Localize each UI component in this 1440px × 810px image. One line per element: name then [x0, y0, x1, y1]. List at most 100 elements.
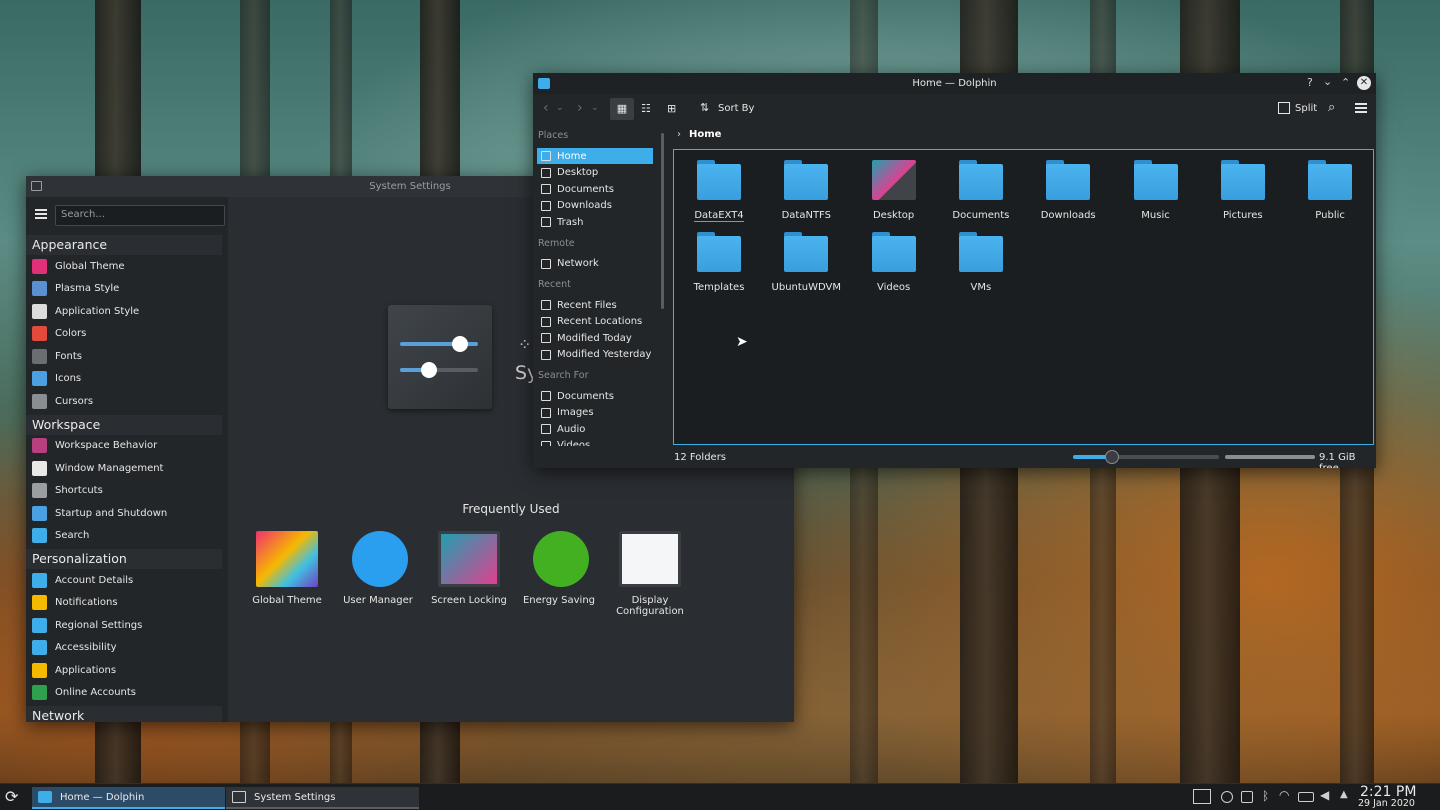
- notifications-icon: [32, 595, 47, 610]
- trash-icon: [541, 217, 551, 227]
- folder-videos[interactable]: Videos: [851, 232, 937, 293]
- sidebar-item-fonts[interactable]: Fonts: [26, 345, 222, 367]
- frequent-screen-locking[interactable]: Screen Locking: [424, 531, 514, 606]
- folder-music[interactable]: Music: [1113, 160, 1199, 221]
- sidebar-item-application-style[interactable]: Application Style: [26, 300, 222, 322]
- details-view-icon[interactable]: ⊞: [667, 102, 676, 115]
- window-title: Home — Dolphin: [912, 78, 997, 89]
- task-system-settings[interactable]: System Settings: [226, 787, 419, 809]
- sort-icon[interactable]: ⇅: [700, 101, 709, 114]
- minimize-icon[interactable]: ⌄: [1323, 75, 1332, 88]
- sidebar-item-shortcuts[interactable]: Shortcuts: [26, 480, 222, 502]
- hamburger-menu-icon[interactable]: [35, 209, 47, 219]
- places-item-images[interactable]: Images: [537, 405, 653, 421]
- places-item-modified-today[interactable]: Modified Today: [537, 330, 653, 346]
- sidebar-item-window-management[interactable]: Window Management: [26, 457, 222, 479]
- folder-desktop[interactable]: Desktop: [851, 160, 937, 221]
- recent-files-icon: [541, 300, 551, 310]
- task-label: System Settings: [254, 791, 336, 803]
- volume-icon[interactable]: ◀: [1320, 788, 1329, 802]
- sidebar-item-icons[interactable]: Icons: [26, 368, 222, 390]
- sidebar-item-regional-settings[interactable]: Regional Settings: [26, 614, 222, 636]
- places-item-recent-files[interactable]: Recent Files: [537, 297, 653, 313]
- folder-label: Videos: [876, 282, 911, 293]
- sidebar-item-label: Account Details: [55, 574, 134, 586]
- sidebar-item-label: Cursors: [55, 395, 94, 407]
- places-item-recent-locations[interactable]: Recent Locations: [537, 314, 653, 330]
- frequent-display-configuration[interactable]: Display Configuration: [605, 531, 695, 617]
- places-item-network[interactable]: Network: [537, 256, 653, 272]
- places-item-downloads[interactable]: Downloads: [537, 198, 653, 214]
- sidebar-item-startup-and-shutdown[interactable]: Startup and Shutdown: [26, 502, 222, 524]
- breadcrumb[interactable]: Home: [689, 129, 721, 140]
- modified-today-icon: [541, 333, 551, 343]
- show-desktop-icon[interactable]: [1193, 789, 1211, 804]
- notifications-icon[interactable]: [1221, 791, 1233, 803]
- help-icon[interactable]: ?: [1307, 76, 1313, 89]
- folder-vms[interactable]: VMs: [938, 232, 1024, 293]
- sidebar-item-cursors[interactable]: Cursors: [26, 390, 222, 412]
- dolphin-titlebar[interactable]: Home — Dolphin ? ⌄ ⌃ ✕: [533, 73, 1376, 94]
- folder-ubuntuwdvm[interactable]: UbuntuWDVM: [763, 232, 849, 293]
- sidebar-item-account-details[interactable]: Account Details: [26, 569, 222, 591]
- split-icon[interactable]: [1278, 102, 1290, 114]
- task-dolphin[interactable]: Home — Dolphin: [32, 787, 225, 809]
- sidebar-item-accessibility[interactable]: Accessibility: [26, 637, 222, 659]
- home-icon: [541, 151, 551, 161]
- file-view[interactable]: DataEXT4 DataNTFS Desktop Documents Download…: [673, 149, 1374, 445]
- maximize-icon[interactable]: ⌃: [1341, 76, 1350, 89]
- application-launcher-icon[interactable]: ⟳: [5, 787, 18, 806]
- folder-documents[interactable]: Documents: [938, 160, 1024, 221]
- back-dropdown-icon[interactable]: ⌄: [556, 103, 564, 113]
- frequent-global-theme[interactable]: Global Theme: [242, 531, 332, 606]
- dolphin-window: Home — Dolphin ? ⌄ ⌃ ✕ ‹ ⌄ › ⌄ ▦ ☷ ⊞ ⇅ S…: [533, 73, 1376, 468]
- places-item-desktop[interactable]: Desktop: [537, 165, 653, 181]
- sidebar-item-global-theme[interactable]: Global Theme: [26, 255, 222, 277]
- folder-templates[interactable]: Templates: [676, 232, 762, 293]
- zoom-slider[interactable]: [1073, 450, 1219, 464]
- sidebar-item-label: Fonts: [55, 350, 82, 362]
- compact-view-icon[interactable]: ☷: [641, 102, 651, 115]
- sidebar-item-notifications[interactable]: Notifications: [26, 592, 222, 614]
- folder-dataext4[interactable]: DataEXT4: [676, 160, 762, 222]
- places-item-modified-yesterday[interactable]: Modified Yesterday: [537, 347, 653, 363]
- sidebar-item-label: Online Accounts: [55, 687, 137, 698]
- sidebar-item-applications[interactable]: Applications: [26, 659, 222, 681]
- folder-pictures[interactable]: Pictures: [1200, 160, 1286, 221]
- folder-datantfs[interactable]: DataNTFS: [763, 160, 849, 221]
- back-icon[interactable]: ‹: [543, 100, 549, 116]
- clock-date[interactable]: 29 Jan 2020: [1358, 798, 1415, 809]
- zoom-slider-handle[interactable]: [1105, 450, 1120, 464]
- sidebar-item-colors[interactable]: Colors: [26, 323, 222, 345]
- places-item-audio[interactable]: Audio: [537, 421, 653, 437]
- sidebar-item-plasma-style[interactable]: Plasma Style: [26, 278, 222, 300]
- clipboard-icon[interactable]: [1241, 791, 1253, 803]
- sidebar-item-label: Regional Settings: [55, 619, 143, 631]
- search-input[interactable]: Search...: [55, 205, 225, 226]
- frequent-user-manager[interactable]: User Manager: [333, 531, 423, 606]
- forward-icon[interactable]: ›: [577, 100, 583, 116]
- places-item-documents[interactable]: Documents: [537, 181, 653, 197]
- close-icon[interactable]: ✕: [1357, 76, 1371, 90]
- places-item-trash[interactable]: Trash: [537, 214, 653, 230]
- forward-dropdown-icon[interactable]: ⌄: [591, 103, 599, 113]
- split-button[interactable]: Split: [1295, 103, 1317, 114]
- places-item-home[interactable]: Home: [537, 148, 653, 164]
- sidebar-item-online-accounts[interactable]: Online Accounts: [26, 682, 222, 704]
- tray-expand-icon[interactable]: ▲: [1340, 789, 1348, 800]
- icons-view-icon[interactable]: ▦: [610, 98, 634, 120]
- folder-downloads[interactable]: Downloads: [1025, 160, 1111, 221]
- sidebar-item-search[interactable]: Search: [26, 525, 222, 547]
- search-icon[interactable]: ⌕: [1328, 100, 1335, 115]
- frequent-energy-saving[interactable]: Energy Saving: [514, 531, 604, 606]
- battery-icon[interactable]: [1298, 792, 1314, 802]
- places-scrollbar[interactable]: [661, 133, 664, 309]
- bluetooth-icon[interactable]: ᛒ: [1262, 789, 1269, 803]
- wifi-icon[interactable]: ◠: [1279, 788, 1289, 802]
- sidebar-item-workspace-behavior[interactable]: Workspace Behavior: [26, 435, 222, 457]
- audio-icon: [541, 424, 551, 434]
- folder-public[interactable]: Public: [1287, 160, 1373, 221]
- menu-icon[interactable]: [1355, 103, 1367, 113]
- sort-by-button[interactable]: Sort By: [718, 103, 754, 114]
- places-item-documents[interactable]: Documents: [537, 388, 653, 404]
